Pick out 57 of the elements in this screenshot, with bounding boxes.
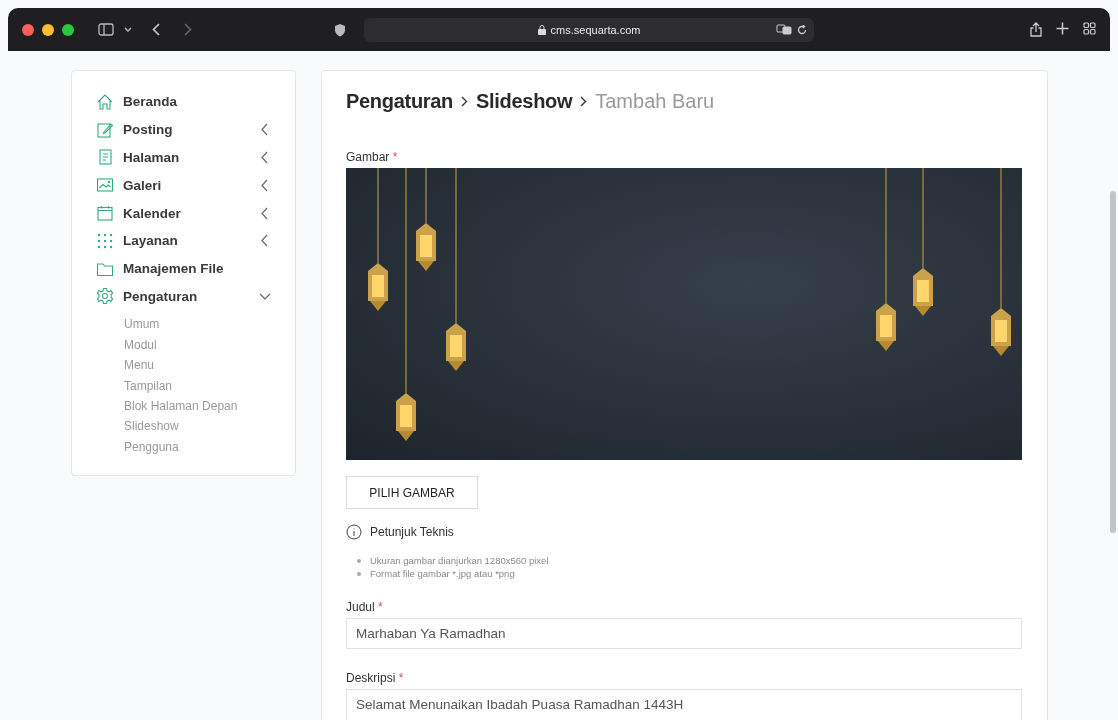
calendar-icon: [96, 204, 114, 223]
bullet-icon: [357, 571, 361, 576]
forward-icon[interactable]: [184, 23, 192, 36]
hint-title: Petunjuk Teknis: [370, 525, 454, 539]
plus-icon[interactable]: [1056, 22, 1069, 35]
input-field[interactable]: Marhaban Ya Ramadhan: [346, 618, 1022, 649]
lock-icon: [537, 24, 546, 35]
field-label: Gambar *: [346, 150, 399, 164]
minimize-window-button[interactable]: [42, 23, 54, 36]
share-icon[interactable]: [1030, 22, 1042, 37]
textarea-field[interactable]: Selamat Menunaikan Ibadah Puasa Ramadhan 1443H: [346, 689, 1022, 720]
close-window-button[interactable]: [22, 23, 34, 36]
nav-label: Manajemen File: [123, 261, 225, 277]
bullet-icon: [357, 558, 361, 563]
document-icon: [96, 148, 114, 167]
info-icon: [346, 524, 362, 540]
choose-image-button[interactable]: PILIH GAMBAR: [346, 476, 478, 509]
back-icon[interactable]: [152, 23, 160, 36]
nav-item[interactable]: Galeri: [96, 171, 271, 200]
pencil-page-icon: [96, 120, 114, 139]
nav-label: Halaman: [123, 150, 181, 165]
nav-label: Layanan: [123, 233, 179, 249]
nav-item[interactable]: Beranda: [96, 88, 271, 116]
breadcrumb-item[interactable]: Pengaturan: [346, 89, 454, 113]
zoom-window-button[interactable]: [62, 23, 74, 36]
breadcrumb-item: Tambah Baru: [595, 89, 715, 113]
nav-item[interactable]: Manajemen File: [96, 254, 271, 283]
chevron-right-icon: [580, 95, 588, 107]
nav-label: Galeri: [123, 177, 163, 193]
url-text: cms.sequarta.com: [550, 23, 641, 36]
nav-label: Beranda: [123, 94, 179, 110]
breadcrumb-item[interactable]: Slideshow: [476, 89, 573, 113]
hint-item: Format file gambar *.jpg atau *png: [370, 567, 515, 580]
chevron-down-icon[interactable]: [124, 26, 132, 33]
sidebar-icon[interactable]: [98, 23, 114, 36]
hint-item: Ukuran gambar dianjurkan 1280x560 pixel: [370, 554, 549, 567]
nav-item[interactable]: Kalender: [96, 199, 271, 227]
chevron-right-icon: [461, 95, 469, 107]
picture-icon: [96, 176, 114, 195]
gear-icon: [96, 287, 114, 306]
nav-item[interactable]: Pengaturan: [96, 282, 271, 311]
nav-item[interactable]: Posting: [96, 115, 271, 144]
dot-grid-icon: [96, 231, 114, 250]
reload-icon[interactable]: [797, 24, 807, 35]
translate-icon[interactable]: [776, 24, 792, 35]
home-icon: [96, 92, 114, 111]
field-label: Judul *: [346, 600, 384, 614]
scrollbar-thumb[interactable]: [1110, 191, 1116, 533]
nav-item[interactable]: Layanan: [96, 227, 271, 255]
nav-label: Pengaturan: [123, 288, 199, 304]
tab-overview-icon[interactable]: [1083, 22, 1096, 35]
shield-icon[interactable]: [334, 22, 346, 37]
nav-label: Kalender: [123, 205, 182, 221]
nav-label: Posting: [123, 122, 174, 138]
field-label: Deskripsi *: [346, 671, 405, 685]
address-bar[interactable]: cms.sequarta.com: [364, 17, 814, 42]
nav-item[interactable]: Halaman: [96, 143, 271, 172]
